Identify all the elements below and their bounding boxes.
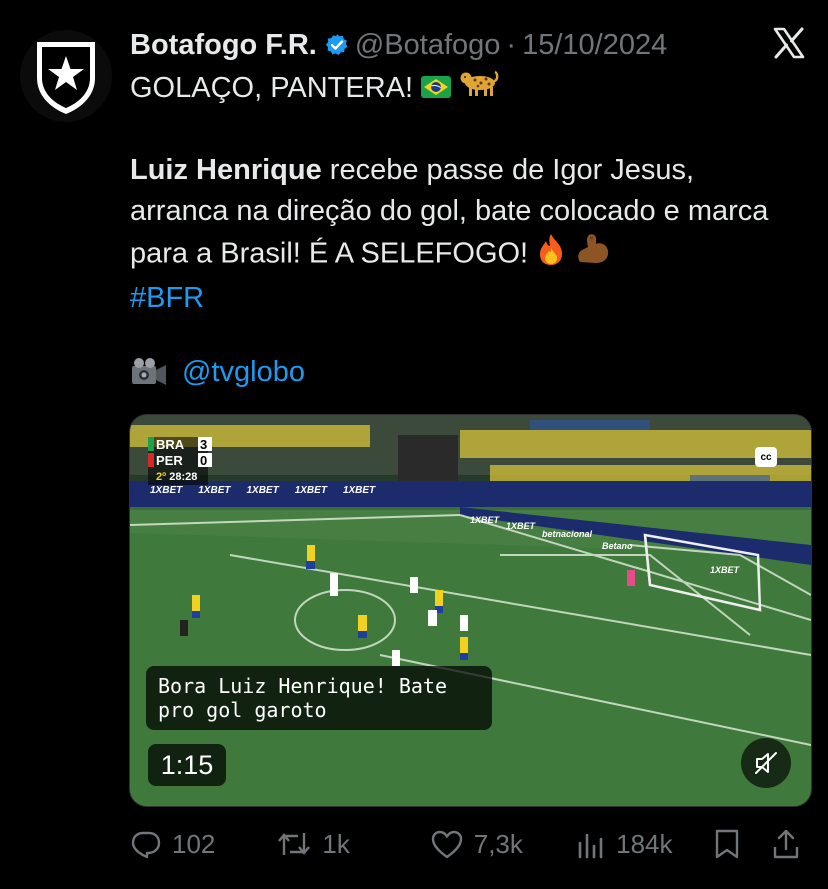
repost-count: 1k <box>322 828 350 859</box>
team2-name: PER <box>156 453 183 468</box>
media-credit: @tvglobo <box>130 356 305 389</box>
ad-board: 1XBET <box>506 521 536 531</box>
share-button[interactable] <box>772 828 800 860</box>
leopard-emoji <box>459 68 499 110</box>
like-button[interactable]: 7,3k <box>430 829 576 860</box>
views-button[interactable]: 184k <box>576 829 713 860</box>
ad-board: Betano <box>602 541 633 551</box>
mute-button[interactable] <box>741 738 791 788</box>
tweet-actions: 102 1k 7,3k 184k <box>130 822 800 866</box>
botafogo-star-shield-icon <box>37 42 95 114</box>
captions-toggle-button[interactable]: cc <box>755 447 777 467</box>
match-half: 2º <box>156 471 167 483</box>
heart-icon <box>431 830 462 859</box>
repost-arrows-icon <box>278 833 311 855</box>
reply-bubble-icon <box>131 831 161 859</box>
brazil-flag-emoji <box>421 69 452 110</box>
tweet-body: Luiz Henrique recebe passe de Igor Jesus… <box>130 150 790 319</box>
ad-board: 1XBET <box>710 565 740 575</box>
bookmark-button[interactable] <box>713 828 772 860</box>
video-duration: 1:15 <box>148 744 226 786</box>
like-count: 7,3k <box>473 828 523 859</box>
view-count: 184k <box>616 828 673 859</box>
team1-name: BRA <box>156 437 185 452</box>
share-icon <box>773 829 799 859</box>
tweet-date[interactable]: 15/10/2024 <box>522 29 667 62</box>
scoreboard: BRA 3 PER 0 2º 28:28 <box>156 437 207 485</box>
x-logo-icon[interactable] <box>772 26 806 60</box>
author-name[interactable]: Botafogo F.R. <box>130 29 317 62</box>
muted-speaker-icon <box>755 752 777 774</box>
ad-board: 1XBET <box>294 485 327 496</box>
ad-board: 1XBET <box>470 515 500 525</box>
ad-board: 1XBET <box>150 485 183 496</box>
reply-count: 102 <box>172 828 216 859</box>
video-camera-emoji <box>130 357 168 389</box>
verified-badge-icon <box>325 33 349 57</box>
cc-label: cc <box>760 451 772 463</box>
fire-emoji <box>536 232 566 278</box>
team1-score: 3 <box>200 437 208 452</box>
video-caption: Bora Luiz Henrique! Bate pro gol garoto <box>146 666 492 730</box>
match-clock: 28:28 <box>169 471 198 483</box>
ad-boards: 1XBET 1XBET 1XBET 1XBET 1XBET <box>150 485 480 496</box>
views-bars-icon <box>578 833 603 859</box>
separator: · <box>506 28 517 61</box>
tvglobo-mention[interactable]: @tvglobo <box>182 356 305 389</box>
video-player[interactable]: BRA 3 PER 0 2º 28:28 1XBET 1XBET 1XBET 1… <box>129 414 812 807</box>
author-handle[interactable]: @Botafogo <box>355 29 501 62</box>
tweet-headline: GOLAÇO, PANTERA! <box>130 68 790 110</box>
hashtag-link[interactable]: #BFR <box>130 282 204 314</box>
bookmark-icon <box>715 829 738 859</box>
reply-button[interactable]: 102 <box>130 828 276 860</box>
tweet-header: Botafogo F.R. @Botafogo · 15/10/2024 <box>130 26 667 64</box>
repost-button[interactable]: 1k <box>276 829 429 860</box>
ad-board: betnacional <box>542 529 593 539</box>
ad-board: 1XBET <box>198 485 231 496</box>
ad-board: 1XBET <box>246 485 279 496</box>
avatar[interactable] <box>20 30 112 122</box>
flexed-biceps-emoji <box>574 232 612 278</box>
ad-board: 1XBET <box>342 485 376 496</box>
video-frame <box>130 415 811 806</box>
player-name: Luiz Henrique <box>130 154 322 186</box>
team2-score: 0 <box>200 453 208 468</box>
headline-text: GOLAÇO, PANTERA! <box>130 72 414 104</box>
